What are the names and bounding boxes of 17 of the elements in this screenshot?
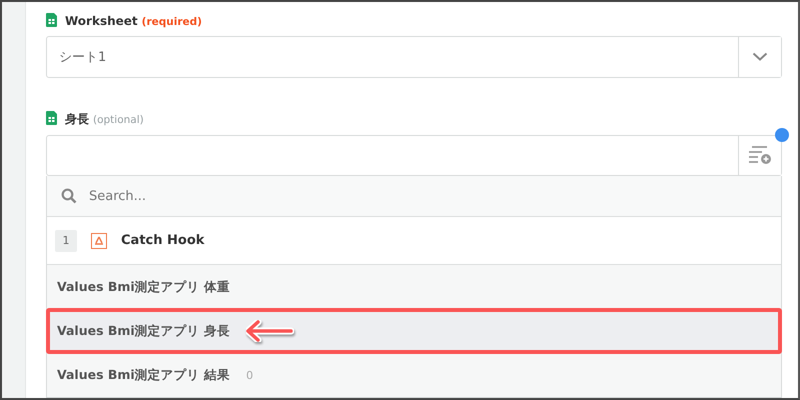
sample-value: 0 bbox=[246, 368, 254, 382]
option-item[interactable]: Values Bmi測定アプリ 体重 bbox=[47, 265, 781, 309]
field-label: Worksheet bbox=[65, 14, 138, 28]
spreadsheet-icon bbox=[46, 12, 57, 26]
spreadsheet-icon bbox=[46, 110, 57, 124]
arrow-annotation-icon bbox=[246, 320, 294, 342]
notification-dot bbox=[775, 128, 789, 142]
step-name: Catch Hook bbox=[121, 233, 204, 248]
field-hint: (optional) bbox=[93, 114, 144, 126]
webhook-icon bbox=[91, 232, 107, 248]
option-item[interactable]: Values Bmi測定アプリ 身長 bbox=[47, 309, 781, 353]
search-icon bbox=[61, 188, 77, 204]
option-item[interactable]: Values Bmi測定アプリ 結果 0 bbox=[47, 353, 781, 397]
field-hint: (required) bbox=[142, 16, 202, 28]
step-number: 1 bbox=[55, 230, 77, 252]
field-label: 身長 bbox=[65, 112, 89, 126]
search-field[interactable]: Search... bbox=[87, 188, 781, 204]
